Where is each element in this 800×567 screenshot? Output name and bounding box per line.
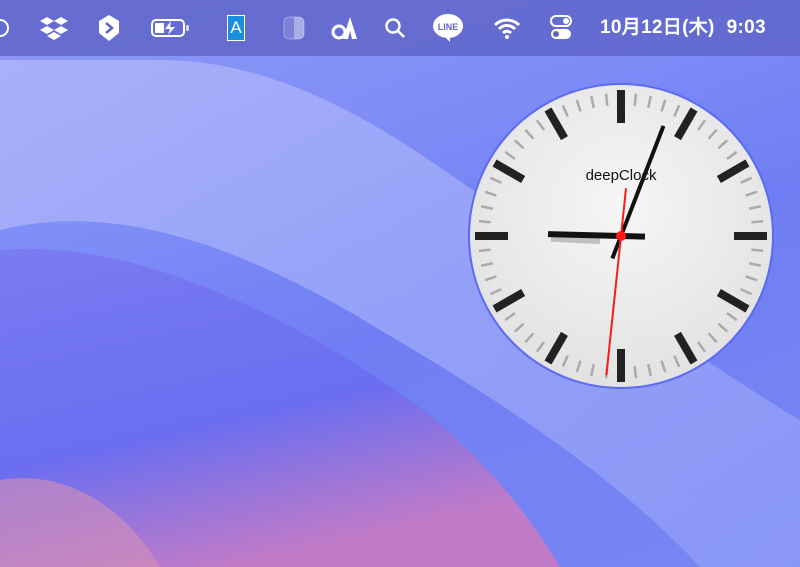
search-icon[interactable] [383, 14, 407, 42]
control-center-icon[interactable] [549, 14, 573, 42]
minute-tick [478, 219, 491, 224]
menubar-date: 10月12日(木) [600, 17, 715, 38]
line-label: LINE [438, 22, 459, 32]
minute-tick [478, 248, 491, 253]
minute-tick [751, 219, 764, 224]
minute-tick [604, 93, 609, 106]
menubar-clock[interactable]: 10月12日(木) 9:03 [600, 14, 778, 42]
center-cap [616, 231, 626, 241]
hour-hand [547, 231, 646, 240]
minute-tick [633, 366, 638, 379]
translate-a-icon[interactable] [330, 14, 360, 42]
partial-circle-icon[interactable] [0, 14, 12, 42]
line-app-icon[interactable]: LINE [432, 14, 464, 42]
input-source-label: A [227, 15, 245, 41]
minute-tick [633, 93, 638, 106]
menubar-time: 9:03 [726, 17, 766, 38]
menu-bar: A LINE 10月12日(木) 9:03 [0, 0, 800, 56]
deepclock-widget[interactable]: deepClock [467, 82, 775, 390]
dropbox-icon[interactable] [38, 14, 70, 42]
half-square-icon[interactable] [282, 14, 306, 42]
hexagon-app-icon[interactable] [96, 14, 122, 42]
hour-hand-shadow [550, 234, 601, 245]
wifi-icon[interactable] [492, 14, 522, 42]
input-source-icon[interactable]: A [227, 14, 245, 42]
minute-tick [751, 248, 764, 253]
battery-charging-icon[interactable] [150, 14, 192, 42]
